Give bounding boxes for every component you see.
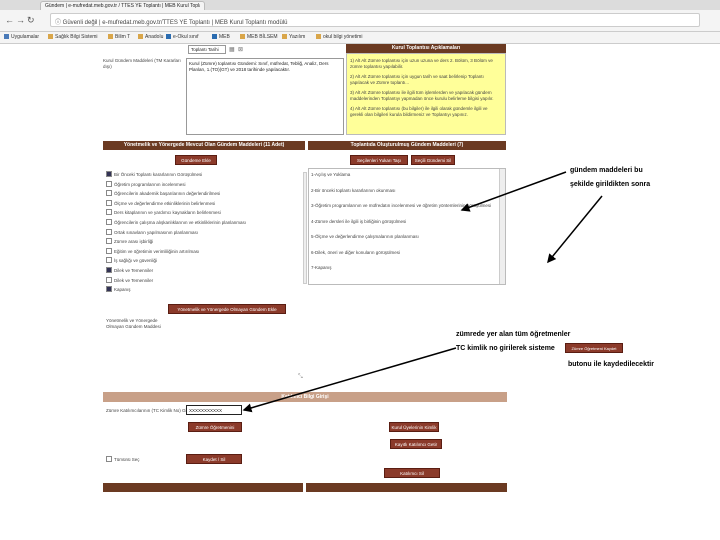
arrow-to-created-agenda — [460, 171, 567, 212]
annotation-arrows — [242, 171, 603, 413]
arrow-down — [547, 195, 603, 264]
arrow-to-tc-input — [242, 347, 457, 413]
